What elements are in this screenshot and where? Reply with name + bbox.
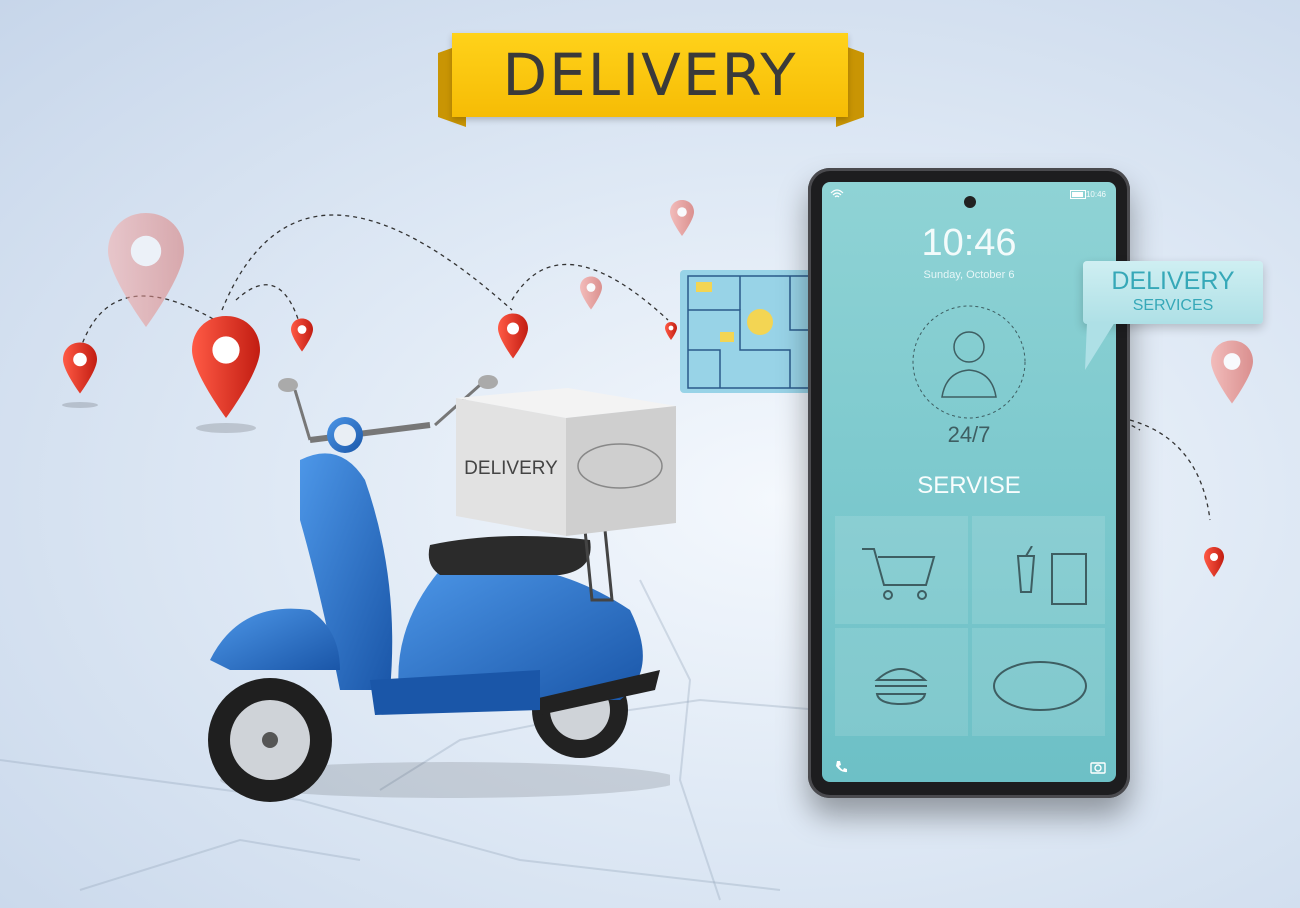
delivery-services-bubble: DELIVERY SERVICES <box>1083 261 1263 324</box>
bubble-title: DELIVERY <box>1111 267 1235 295</box>
bubble-tail <box>1085 322 1115 370</box>
service-label: SERVISE <box>917 472 1021 499</box>
wifi-icon <box>830 189 844 198</box>
cart-icon <box>862 548 936 600</box>
grid-cell-pizza[interactable] <box>972 628 1105 736</box>
grid-cell-cart[interactable] <box>835 516 968 624</box>
box-label: DELIVERY <box>464 458 558 479</box>
bag-icon <box>1051 553 1087 605</box>
phone-screen: 10:46 10:46 Sunday, October 6 24/7 SERVI… <box>822 182 1116 782</box>
camera-icon[interactable] <box>1090 760 1106 774</box>
location-pin-icon <box>498 313 528 359</box>
grid-cell-burger[interactable] <box>835 628 968 736</box>
burger-icon <box>874 668 928 706</box>
status-bar-time: 10:46 <box>1085 190 1106 199</box>
phone-icon[interactable] <box>834 760 848 774</box>
grid-cell-food[interactable] <box>972 516 1105 624</box>
location-pin-icon <box>665 322 677 340</box>
location-pin-icon <box>1211 340 1253 404</box>
operator-icon <box>912 305 1026 419</box>
support-hours: 24/7 <box>947 422 991 447</box>
clock: 10:46 <box>921 222 1017 264</box>
location-pin-icon <box>63 342 97 394</box>
smartphone: 10:46 10:46 Sunday, October 6 24/7 SERVI… <box>808 168 1130 798</box>
bubble-subtitle: SERVICES <box>1132 297 1214 314</box>
location-pin-icon <box>291 318 313 352</box>
pizza-icon <box>993 661 1087 711</box>
location-pin-icon <box>108 213 184 327</box>
front-camera <box>964 196 976 208</box>
location-pin-icon <box>580 276 602 310</box>
location-pin-icon <box>670 200 694 236</box>
date: Sunday, October 6 <box>923 269 1015 281</box>
